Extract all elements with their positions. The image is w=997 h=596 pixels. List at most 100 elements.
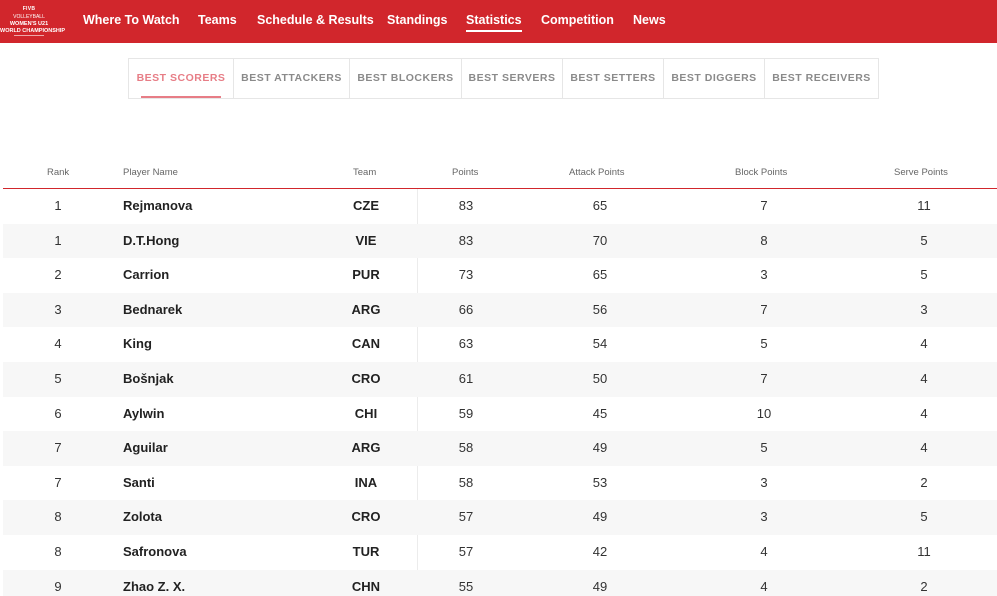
player-name-cell[interactable]: Rejmanova	[123, 189, 323, 224]
serve-points-cell: 2	[920, 474, 928, 490]
team-cell[interactable]: VIE	[336, 224, 396, 259]
nav-item-schedule-results[interactable]: Schedule & Results	[257, 0, 374, 43]
team-cell[interactable]: CAN	[336, 327, 396, 362]
block-points-cell: 10	[756, 405, 772, 421]
block-points-cell: 4	[760, 578, 768, 594]
player-name-cell[interactable]: Carrion	[123, 258, 323, 293]
table-row: 8 Zolota CRO 57 49 3 5	[3, 500, 997, 535]
tab-best-diggers[interactable]: BEST DIGGERS	[664, 59, 765, 98]
tab-label: BEST SCORERS	[136, 72, 226, 84]
serve-points-cell: 2	[920, 578, 928, 594]
statistics-tabs: BEST SCORERS BEST ATTACKERS BEST BLOCKER…	[128, 58, 879, 99]
tab-best-scorers[interactable]: BEST SCORERS	[129, 59, 234, 98]
tab-best-attackers[interactable]: BEST ATTACKERS	[234, 59, 350, 98]
table-row: 3 Bednarek ARG 66 56 7 3	[3, 292, 997, 328]
block-points-cell: 3	[760, 474, 768, 490]
rank-cell: 8	[54, 509, 62, 525]
serve-points-cell: 4	[920, 405, 928, 421]
column-header-block-points[interactable]: Block Points	[735, 167, 787, 178]
player-name-cell[interactable]: Safronova	[123, 535, 323, 570]
rank-cell: 8	[54, 544, 62, 559]
nav-item-where-to-watch[interactable]: Where To Watch	[83, 0, 180, 43]
table-row: 6 Aylwin CHI 59 45 10 4	[3, 397, 997, 432]
serve-points-cell: 4	[920, 371, 928, 386]
team-cell[interactable]: PUR	[336, 258, 396, 293]
team-cell[interactable]: INA	[336, 466, 396, 501]
attack-points-cell: 53	[592, 474, 608, 490]
attack-points-cell: 49	[592, 578, 608, 594]
player-name-cell[interactable]: Aylwin	[123, 397, 323, 432]
team-cell[interactable]: CHI	[336, 397, 396, 432]
points-cell: 57	[458, 544, 474, 559]
column-header-team[interactable]: Team	[353, 167, 376, 178]
points-cell: 66	[458, 301, 474, 317]
player-name-cell[interactable]: Aguilar	[123, 431, 323, 466]
attack-points-cell: 65	[592, 267, 608, 283]
points-cell: 59	[458, 405, 474, 421]
table-row: 9 Zhao Z. X. CHN 55 49 4 2	[3, 569, 997, 596]
rank-cell: 1	[54, 232, 62, 248]
player-name-cell[interactable]: Bednarek	[123, 293, 323, 328]
column-header-player-name[interactable]: Player Name	[123, 167, 178, 178]
team-cell[interactable]: ARG	[336, 431, 396, 466]
rank-cell: 1	[54, 198, 62, 213]
block-points-cell: 4	[760, 544, 768, 559]
nav-item-competition[interactable]: Competition	[541, 0, 614, 43]
team-cell[interactable]: ARG	[336, 293, 396, 328]
nav-item-news[interactable]: News	[633, 0, 666, 43]
nav-item-statistics[interactable]: Statistics	[466, 0, 522, 43]
table-row: 2 Carrion PUR 73 65 3 5	[3, 258, 997, 293]
column-header-serve-points[interactable]: Serve Points	[894, 167, 948, 178]
block-points-cell: 3	[760, 267, 768, 283]
tab-best-blockers[interactable]: BEST BLOCKERS	[350, 59, 462, 98]
championship-logo[interactable]: FIVB VOLLEYBALL WOMEN'S U21 WORLD CHAMPI…	[0, 0, 66, 43]
serve-points-cell: 3	[920, 301, 928, 317]
attack-points-cell: 50	[592, 371, 608, 386]
table-header: Rank Player Name Team Points Attack Poin…	[3, 160, 997, 189]
tab-best-receivers[interactable]: BEST RECEIVERS	[765, 59, 878, 98]
points-cell: 57	[458, 509, 474, 525]
attack-points-cell: 56	[592, 301, 608, 317]
nav-item-teams[interactable]: Teams	[198, 0, 237, 43]
player-name-cell[interactable]: Zolota	[123, 500, 323, 535]
points-cell: 73	[458, 267, 474, 283]
team-cell[interactable]: TUR	[336, 535, 396, 570]
team-cell[interactable]: CRO	[336, 362, 396, 397]
rank-cell: 3	[54, 301, 62, 317]
serve-points-cell: 4	[920, 336, 928, 352]
rank-cell: 6	[54, 405, 62, 421]
column-header-rank[interactable]: Rank	[47, 167, 69, 178]
points-cell: 58	[458, 440, 474, 456]
player-name-cell[interactable]: Santi	[123, 466, 323, 501]
logo-divider	[14, 35, 44, 36]
team-cell[interactable]: CHN	[336, 570, 396, 596]
tab-best-servers[interactable]: BEST SERVERS	[462, 59, 563, 98]
rank-cell: 9	[54, 578, 62, 594]
player-name-cell[interactable]: Zhao Z. X.	[123, 570, 323, 596]
logo-line-2: VOLLEYBALL	[13, 14, 45, 20]
rank-cell: 7	[54, 440, 62, 456]
serve-points-cell: 11	[917, 198, 931, 213]
column-header-attack-points[interactable]: Attack Points	[569, 167, 624, 178]
table-row: 1 Rejmanova CZE 83 65 7 11	[3, 189, 997, 224]
points-cell: 83	[458, 232, 474, 248]
logo-line-4: WORLD CHAMPIONSHIP	[0, 28, 66, 34]
attack-points-cell: 42	[592, 544, 608, 559]
table-row: 8 Safronova TUR 57 42 4 11	[3, 535, 997, 570]
player-name-cell[interactable]: King	[123, 327, 323, 362]
player-name-cell[interactable]: D.T.Hong	[123, 224, 323, 259]
column-header-points[interactable]: Points	[452, 167, 478, 178]
points-cell: 58	[458, 474, 474, 490]
attack-points-cell: 45	[592, 405, 608, 421]
nav-item-standings[interactable]: Standings	[387, 0, 447, 43]
team-cell[interactable]: CRO	[336, 500, 396, 535]
tab-best-setters[interactable]: BEST SETTERS	[563, 59, 664, 98]
rank-cell: 5	[54, 371, 62, 386]
points-cell: 83	[458, 198, 474, 213]
serve-points-cell: 4	[920, 440, 928, 456]
player-name-cell[interactable]: Bošnjak	[123, 362, 323, 397]
attack-points-cell: 65	[592, 198, 608, 213]
team-cell[interactable]: CZE	[336, 189, 396, 224]
block-points-cell: 8	[760, 232, 768, 248]
block-points-cell: 7	[760, 301, 768, 317]
